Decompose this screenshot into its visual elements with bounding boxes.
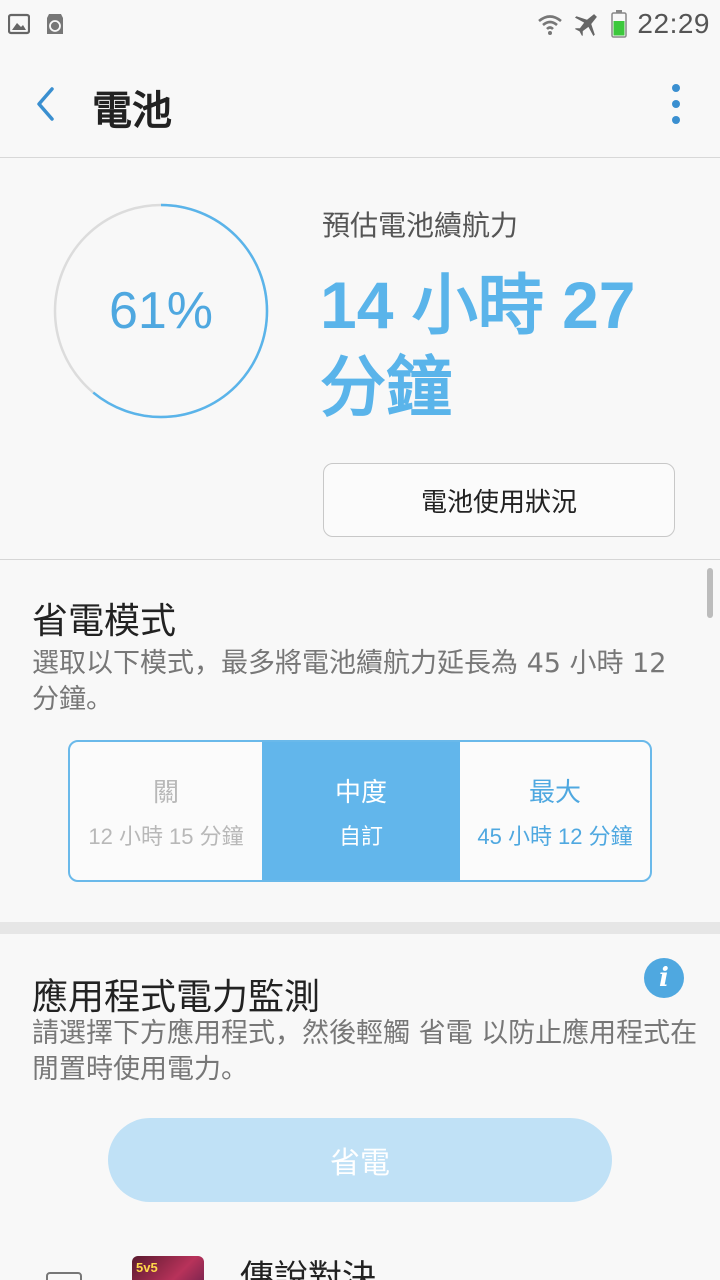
info-icon[interactable]: i [644, 958, 684, 998]
airplane-mode-icon [575, 14, 598, 37]
power-mode-off[interactable]: 關 12 小時 15 分鐘 [70, 742, 262, 880]
page-title: 電池 [92, 88, 172, 134]
app-icon-badge: 5v5 [136, 1260, 158, 1275]
more-vert-icon-dot [672, 100, 680, 108]
estimate-label: 預估電池續航力 [322, 209, 519, 242]
gallery-icon [8, 13, 30, 35]
power-mode-max-label: 最大 [528, 777, 581, 808]
power-saving-title: 省電模式 [32, 601, 177, 642]
power-saving-section: 省電模式 選取以下模式，最多將電池續航力延長為 45 小時 12 分鐘。 關 1… [0, 562, 720, 922]
battery-usage-button[interactable]: 電池使用狀況 [323, 463, 675, 537]
recycle-icon [47, 14, 63, 34]
battery-icon [611, 10, 628, 38]
power-mode-mid-sub: 自訂 [338, 823, 383, 849]
battery-summary: 61% 預估電池續航力 14 小時 27 分鐘 電池使用狀況 [0, 160, 720, 560]
more-vert-icon-dot [672, 116, 680, 124]
scrollbar[interactable] [707, 568, 713, 618]
status-bar-right: 22:29 [537, 8, 710, 40]
app-power-monitor-description: 請選擇下方應用程式，然後輕觸 省電 以防止應用程式在閒置時使用電力。 [32, 1018, 698, 1085]
app-list-item[interactable]: 5v5 傳說對決 [0, 1250, 720, 1280]
power-mode-mid[interactable]: 中度 自訂 [262, 742, 460, 880]
status-bar-left [8, 12, 66, 36]
wifi-icon [538, 15, 563, 35]
app-power-monitor-section: 應用程式電力監測 i 請選擇下方應用程式，然後輕觸 省電 以防止應用程式在閒置時… [0, 934, 720, 1280]
battery-percent: 61% [108, 282, 214, 340]
power-mode-selector: 關 12 小時 15 分鐘 中度 自訂 最大 45 小時 12 分鐘 [68, 740, 652, 882]
save-power-button[interactable]: 省電 [108, 1118, 612, 1202]
status-bar: 22:29 [0, 0, 720, 50]
power-mode-off-duration: 12 小時 15 分鐘 [88, 823, 244, 849]
section-divider [0, 922, 720, 934]
app-power-monitor-title: 應用程式電力監測 [32, 977, 321, 1018]
power-saving-description: 選取以下模式，最多將電池續航力延長為 45 小時 12 分鐘。 [32, 648, 667, 715]
app-bar: 電池 [0, 50, 720, 158]
chevron-left-icon [37, 87, 54, 121]
power-mode-mid-label: 中度 [334, 777, 387, 808]
estimate-value: 14 小時 27 分鐘 [320, 268, 636, 424]
more-vert-icon-dot [672, 84, 680, 92]
power-mode-off-label: 關 [152, 777, 179, 808]
app-icon: 5v5 [132, 1256, 204, 1280]
status-time: 22:29 [637, 8, 710, 39]
app-name: 傳說對決 [240, 1258, 376, 1280]
back-button[interactable] [22, 80, 70, 128]
power-mode-max[interactable]: 最大 45 小時 12 分鐘 [460, 742, 650, 880]
power-mode-max-duration: 45 小時 12 分鐘 [477, 823, 633, 849]
app-checkbox[interactable] [46, 1272, 82, 1280]
more-options-button[interactable] [666, 84, 686, 124]
